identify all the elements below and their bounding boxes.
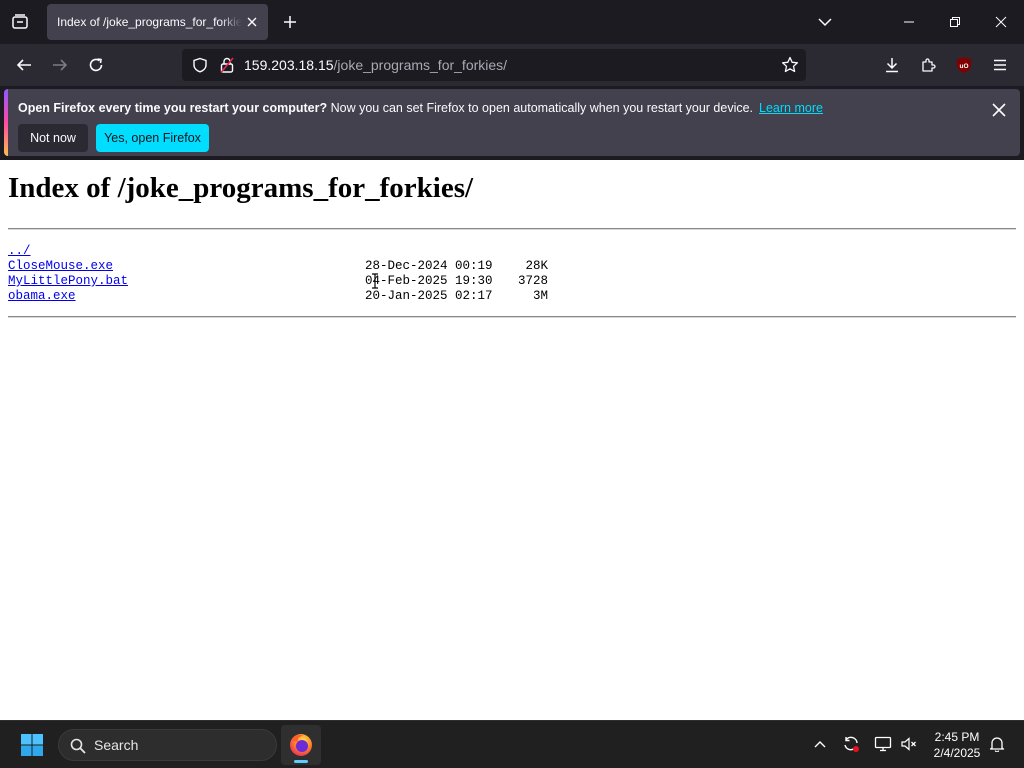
default-browser-notification: Open Firefox every time you restart your… [4, 89, 1020, 156]
taskbar-firefox-button[interactable] [281, 725, 321, 765]
reload-button[interactable] [81, 50, 111, 80]
text-cursor-icon [372, 273, 378, 289]
chevron-up-icon [814, 741, 826, 748]
bell-icon [989, 737, 1005, 752]
notification-bold-text: Open Firefox every time you restart your… [18, 101, 328, 115]
address-bar[interactable]: 159.203.18.15/joke_programs_for_forkies/ [182, 49, 806, 81]
file-date: 20-Jan-2025 02:17 [365, 289, 493, 303]
restore-icon [950, 17, 960, 27]
start-button[interactable] [12, 727, 52, 763]
page-content: Index of /joke_programs_for_forkies/ ../… [0, 160, 1024, 720]
volume-muted-icon [901, 737, 916, 751]
firefox-view-button[interactable] [6, 8, 34, 36]
file-size: 3M [532, 289, 548, 303]
file-link[interactable]: obama.exe [8, 289, 76, 304]
new-tab-button[interactable] [277, 9, 303, 35]
download-icon [886, 58, 898, 73]
clock-time: 2:45 PM [934, 730, 980, 744]
connection-info-button[interactable] [216, 53, 238, 77]
parent-directory-link[interactable]: ../ [8, 244, 31, 259]
list-all-tabs-button[interactable] [812, 9, 838, 35]
close-icon [247, 17, 257, 27]
forward-arrow-icon [53, 59, 68, 71]
network-tray-button[interactable] [872, 733, 894, 755]
bookmark-button[interactable] [778, 53, 802, 77]
tab-list-icon [12, 14, 28, 29]
tab-close-button[interactable] [244, 14, 260, 30]
sync-tray-button[interactable] [840, 733, 862, 755]
network-icon [874, 736, 892, 752]
list-item: MyLittlePony.bat 04-Feb-2025 19:30 3728 [8, 274, 548, 289]
navigation-toolbar: 159.203.18.15/joke_programs_for_forkies/… [0, 44, 1024, 86]
notification-accent-bar [4, 89, 8, 156]
app-menu-button[interactable] [985, 50, 1015, 80]
windows-logo-icon [21, 734, 43, 756]
taskbar-search-input[interactable]: Search [58, 729, 277, 761]
show-hidden-icons-button[interactable] [809, 733, 831, 755]
search-placeholder: Search [94, 737, 139, 753]
svg-text:uO: uO [959, 63, 968, 70]
star-icon [781, 56, 799, 73]
list-item: CloseMouse.exe 28-Dec-2024 00:19 28K [8, 259, 548, 274]
file-link[interactable]: MyLittlePony.bat [8, 274, 128, 289]
restore-button[interactable] [932, 0, 978, 44]
learn-more-link[interactable]: Learn more [759, 101, 823, 115]
file-date: 28-Dec-2024 00:19 [365, 259, 493, 273]
tab-active[interactable]: Index of /joke_programs_for_forkies/ [47, 4, 268, 40]
url-path: /joke_programs_for_forkies/ [333, 57, 508, 73]
downloads-button[interactable] [877, 50, 907, 80]
reload-icon [89, 58, 103, 72]
back-button[interactable] [9, 50, 39, 80]
not-now-button[interactable]: Not now [18, 124, 88, 152]
active-app-indicator [294, 760, 308, 763]
tab-strip: Index of /joke_programs_for_forkies/ [0, 0, 1024, 44]
taskbar-clock[interactable]: 2:45 PM 2/4/2025 [923, 729, 991, 761]
tab-title: Index of /joke_programs_for_forkies/ [57, 15, 242, 29]
close-icon [995, 16, 1007, 28]
ublock-origin-button[interactable]: uO [954, 55, 974, 75]
url-text[interactable]: 159.203.18.15/joke_programs_for_forkies/ [244, 57, 507, 73]
divider [8, 228, 1016, 230]
directory-listing: ../ CloseMouse.exe 28-Dec-2024 00:19 28K… [8, 244, 548, 304]
file-size: 3728 [517, 274, 548, 288]
file-link[interactable]: CloseMouse.exe [8, 259, 113, 274]
shield-icon [193, 57, 207, 73]
chevron-down-icon [818, 18, 832, 27]
page-title: Index of /joke_programs_for_forkies/ [8, 172, 474, 204]
minimize-button[interactable] [886, 0, 932, 44]
lock-icon [220, 57, 234, 73]
list-item: obama.exe 20-Jan-2025 02:17 3M [8, 289, 548, 304]
list-item-parent: ../ [8, 244, 548, 259]
notifications-button[interactable] [986, 733, 1008, 755]
file-size: 28K [525, 259, 548, 273]
taskbar: Search 2:45 PM 2/4/2025 [0, 720, 1024, 768]
sync-icon [844, 736, 859, 752]
back-arrow-icon [16, 59, 31, 71]
ublock-origin-icon: uO [957, 57, 971, 73]
plus-icon [284, 16, 296, 28]
minimize-icon [904, 21, 914, 23]
yes-open-firefox-button[interactable]: Yes, open Firefox [96, 124, 209, 152]
notification-area: Open Firefox every time you restart your… [0, 86, 1024, 160]
volume-tray-button[interactable] [898, 733, 920, 755]
divider [8, 316, 1016, 318]
notification-message: Open Firefox every time you restart your… [18, 101, 823, 115]
hamburger-menu-icon [994, 59, 1006, 71]
forward-button[interactable] [45, 50, 75, 80]
file-date: 04-Feb-2025 19:30 [365, 274, 493, 288]
url-host: 159.203.18.15 [244, 57, 334, 73]
search-icon [69, 737, 87, 755]
clock-date: 2/4/2025 [933, 746, 981, 760]
tracking-protection-button[interactable] [188, 53, 212, 77]
firefox-icon [290, 734, 312, 756]
close-icon [992, 103, 1006, 117]
extensions-button[interactable] [913, 50, 943, 80]
puzzle-icon [922, 58, 936, 72]
notification-text: Now you can set Firefox to open automati… [327, 101, 754, 115]
notification-close-button[interactable] [988, 99, 1010, 121]
window-close-button[interactable] [978, 0, 1024, 44]
